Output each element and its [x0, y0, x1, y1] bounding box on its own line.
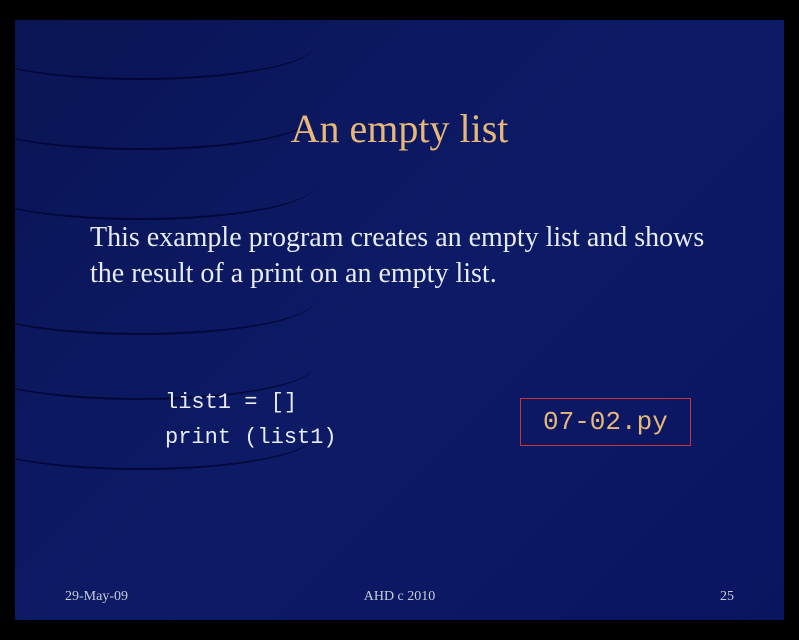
code-line-2: print (list1): [165, 420, 337, 455]
filename-box: 07-02.py: [520, 398, 691, 446]
slide-footer: 29-May-09 AHD c 2010 25: [15, 589, 784, 605]
slide-container: An empty list This example program creat…: [15, 20, 784, 620]
footer-date: 29-May-09: [65, 589, 128, 605]
filename-text: 07-02.py: [543, 407, 668, 437]
code-block: list1 = [] print (list1): [165, 385, 337, 455]
footer-page-number: 25: [720, 589, 734, 605]
code-line-1: list1 = []: [165, 385, 337, 420]
slide-body-text: This example program creates an empty li…: [90, 220, 724, 293]
footer-copyright: AHD c 2010: [364, 589, 436, 605]
slide-title: An empty list: [15, 105, 784, 152]
